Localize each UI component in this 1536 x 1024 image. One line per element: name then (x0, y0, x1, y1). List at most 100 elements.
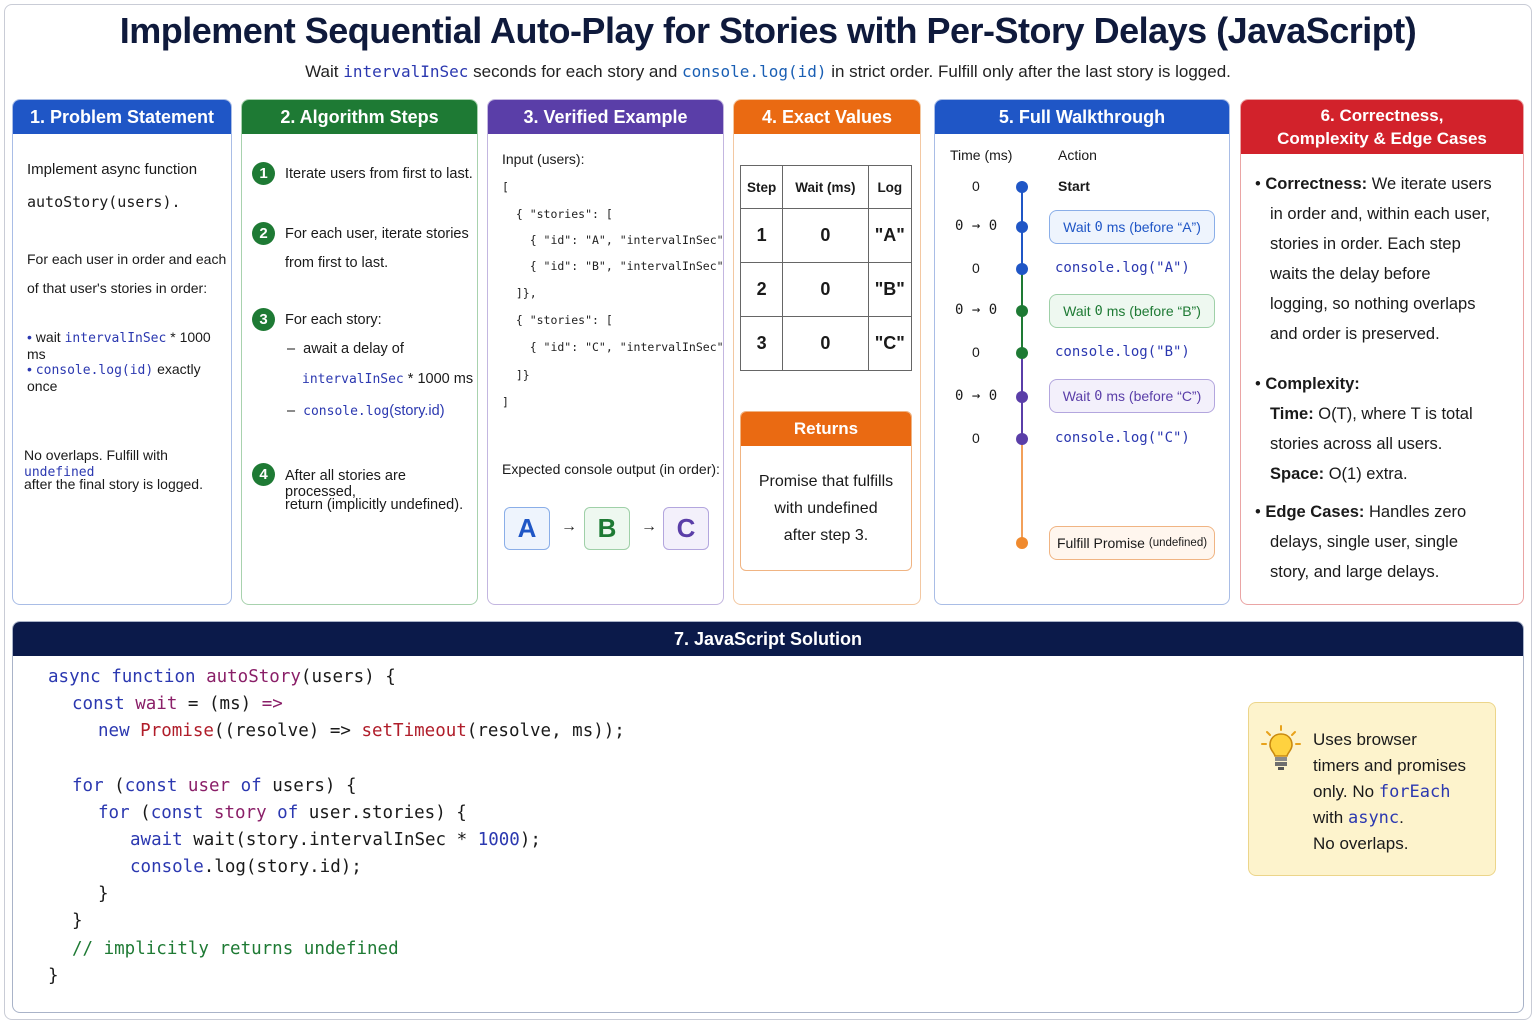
wait-box-b: Wait 0 ms (before “B”) (1049, 294, 1215, 328)
table-row: 2 0 "B" (739, 262, 913, 317)
time-cell: 0 → 0 (955, 218, 998, 234)
page-title: Implement Sequential Auto-Play for Stori… (119, 10, 1417, 51)
code-line: } (98, 884, 109, 904)
step-text: For each user, iterate stories (285, 226, 469, 242)
input-code-line: [ (502, 180, 509, 194)
time-cell: 0 → 0 (955, 302, 998, 318)
correctness-bullet: • Correctness: We iterate users in order… (1255, 175, 1492, 343)
timeline-segment (1021, 438, 1023, 543)
code-line: async function autoStory(users) { (48, 667, 396, 687)
lightbulb-icon (1261, 725, 1301, 770)
table-cell: "A" (867, 208, 913, 263)
problem-bullet-wait: • wait intervalInSec * 1000 ms (27, 329, 211, 362)
time-cell: 0 → 0 (955, 388, 998, 404)
output-arrow: → (561, 518, 577, 535)
wait-box-a: Wait 0 ms (before “A”) (1049, 210, 1215, 244)
step-text: After all stories are processed, (285, 468, 406, 500)
subtitle-text: Wait (305, 62, 344, 81)
problem-line: Implement async function (27, 161, 198, 178)
panel-header: 3. Verified Example (488, 100, 723, 134)
tip-text: Uses browser timers and promises only. N… (1313, 730, 1467, 853)
table-cell: 0 (782, 208, 869, 263)
step-number-badge: 2 (252, 222, 275, 245)
time-cell: 0 (972, 260, 980, 276)
problem-statement-panel: 1. Problem Statement Implement async fun… (12, 99, 232, 605)
output-box-a: A (504, 507, 550, 550)
subtitle-text: seconds for each story and (468, 62, 682, 81)
column-header-action: Action (1058, 147, 1097, 163)
step-text: Iterate users from first to last. (285, 166, 473, 182)
full-walkthrough-panel: 5. Full Walkthrough Time (ms) Action 0 S… (934, 99, 1230, 605)
action-log-c: console.log("C") (1055, 430, 1190, 446)
input-code-line: { "stories": [ (502, 207, 613, 221)
panel-header: 5. Full Walkthrough (935, 100, 1229, 134)
action-start: Start (1058, 178, 1090, 194)
column-header: Wait (ms) (782, 165, 869, 209)
edge-cases-bullet: • Edge Cases: Handles zero delays, singl… (1255, 503, 1467, 581)
table-header-row: Step Wait (ms) Log (739, 165, 913, 209)
step-number-badge: 1 (252, 162, 275, 185)
input-code-line: ] (502, 395, 509, 409)
input-label: Input (users): (502, 151, 585, 167)
panel-header: 4. Exact Values (734, 100, 920, 134)
javascript-solution-panel: 7. JavaScript Solution async function au… (12, 621, 1524, 1013)
column-header-time: Time (ms) (950, 147, 1013, 163)
timeline-dot (1016, 537, 1028, 549)
table-cell: "B" (867, 262, 913, 317)
code-comment: // implicitly returns undefined (72, 939, 399, 959)
problem-line: For each user in order and each (27, 251, 227, 267)
step-text: return (implicitly undefined). (285, 497, 464, 513)
subtitle-code-interval: intervalInSec (343, 62, 469, 81)
returns-body: Promise that fulfills with undefined aft… (758, 473, 894, 544)
timeline-dot (1016, 263, 1028, 275)
subtitle-code-log: console.log(id) (682, 62, 827, 81)
fulfill-promise-box: Fulfill Promise (undefined) (1049, 526, 1215, 560)
code-line: console.log(story.id); (130, 857, 362, 877)
problem-line: after the final story is logged. (24, 476, 203, 492)
table-cell: 1 (739, 208, 784, 263)
subtitle-text: in strict order. Fulfill only after the … (826, 62, 1231, 81)
input-code-line: ]}, (502, 286, 537, 300)
output-label: Expected console output (in order): (502, 461, 720, 477)
timeline-dot (1016, 391, 1028, 403)
step-subitem: intervalInSec * 1000 ms (302, 371, 474, 387)
table-cell: 0 (782, 316, 869, 371)
exact-values-panel: 4. Exact Values Step Wait (ms) Log 1 0 "… (733, 99, 921, 605)
action-log-a: console.log("A") (1055, 260, 1190, 276)
returns-header: Returns (741, 412, 911, 446)
panel-header: 7. JavaScript Solution (13, 622, 1523, 656)
table-cell: 3 (739, 316, 784, 371)
timeline-dot (1016, 347, 1028, 359)
timeline-dot (1016, 433, 1028, 445)
verified-example-panel: 3. Verified Example Input (users): [ { "… (487, 99, 724, 605)
code-line: for (const user of users) { (72, 776, 357, 796)
output-box-b: B (584, 507, 630, 550)
table-cell: 2 (739, 262, 784, 317)
code-line: for (const story of user.stories) { (98, 803, 467, 823)
problem-line: of that user's stories in order: (27, 280, 208, 296)
input-code-line: { "id": "C", "intervalInSec": 0 } (529, 340, 724, 354)
input-code-line: { "id": "A", "intervalInSec": 0 }, (529, 233, 724, 247)
correctness-panel: 6. Correctness, Complexity & Edge Cases •… (1240, 99, 1524, 605)
time-cell: 0 (972, 430, 980, 446)
code-line: } (48, 966, 59, 986)
timeline-dot (1016, 305, 1028, 317)
algorithm-steps-panel: 2. Algorithm Steps 1 Iterate users from … (241, 99, 478, 605)
step-subitem: – await a delay of (287, 341, 404, 357)
code-line: new Promise((resolve) => setTimeout(reso… (98, 721, 625, 741)
table-cell: "C" (867, 316, 913, 371)
output-arrow: → (641, 518, 657, 535)
time-cell: 0 (972, 178, 980, 194)
code-line: } (72, 911, 83, 931)
tip-callout: Uses browser timers and promises only. N… (1248, 702, 1496, 876)
column-header: Log (867, 165, 913, 209)
panel-header: 1. Problem Statement (13, 100, 231, 134)
timeline-dot (1016, 181, 1028, 193)
input-code-line: ]} (502, 368, 530, 382)
values-table: Step Wait (ms) Log 1 0 "A" 2 0 "B" 3 0 "… (739, 165, 913, 371)
table-row: 1 0 "A" (739, 208, 913, 263)
column-header: Step (739, 165, 784, 209)
panel-header: 6. Correctness, Complexity & Edge Cases (1241, 100, 1523, 154)
time-cell: 0 (972, 344, 980, 360)
code-line: const wait = (ms) => (72, 694, 283, 714)
